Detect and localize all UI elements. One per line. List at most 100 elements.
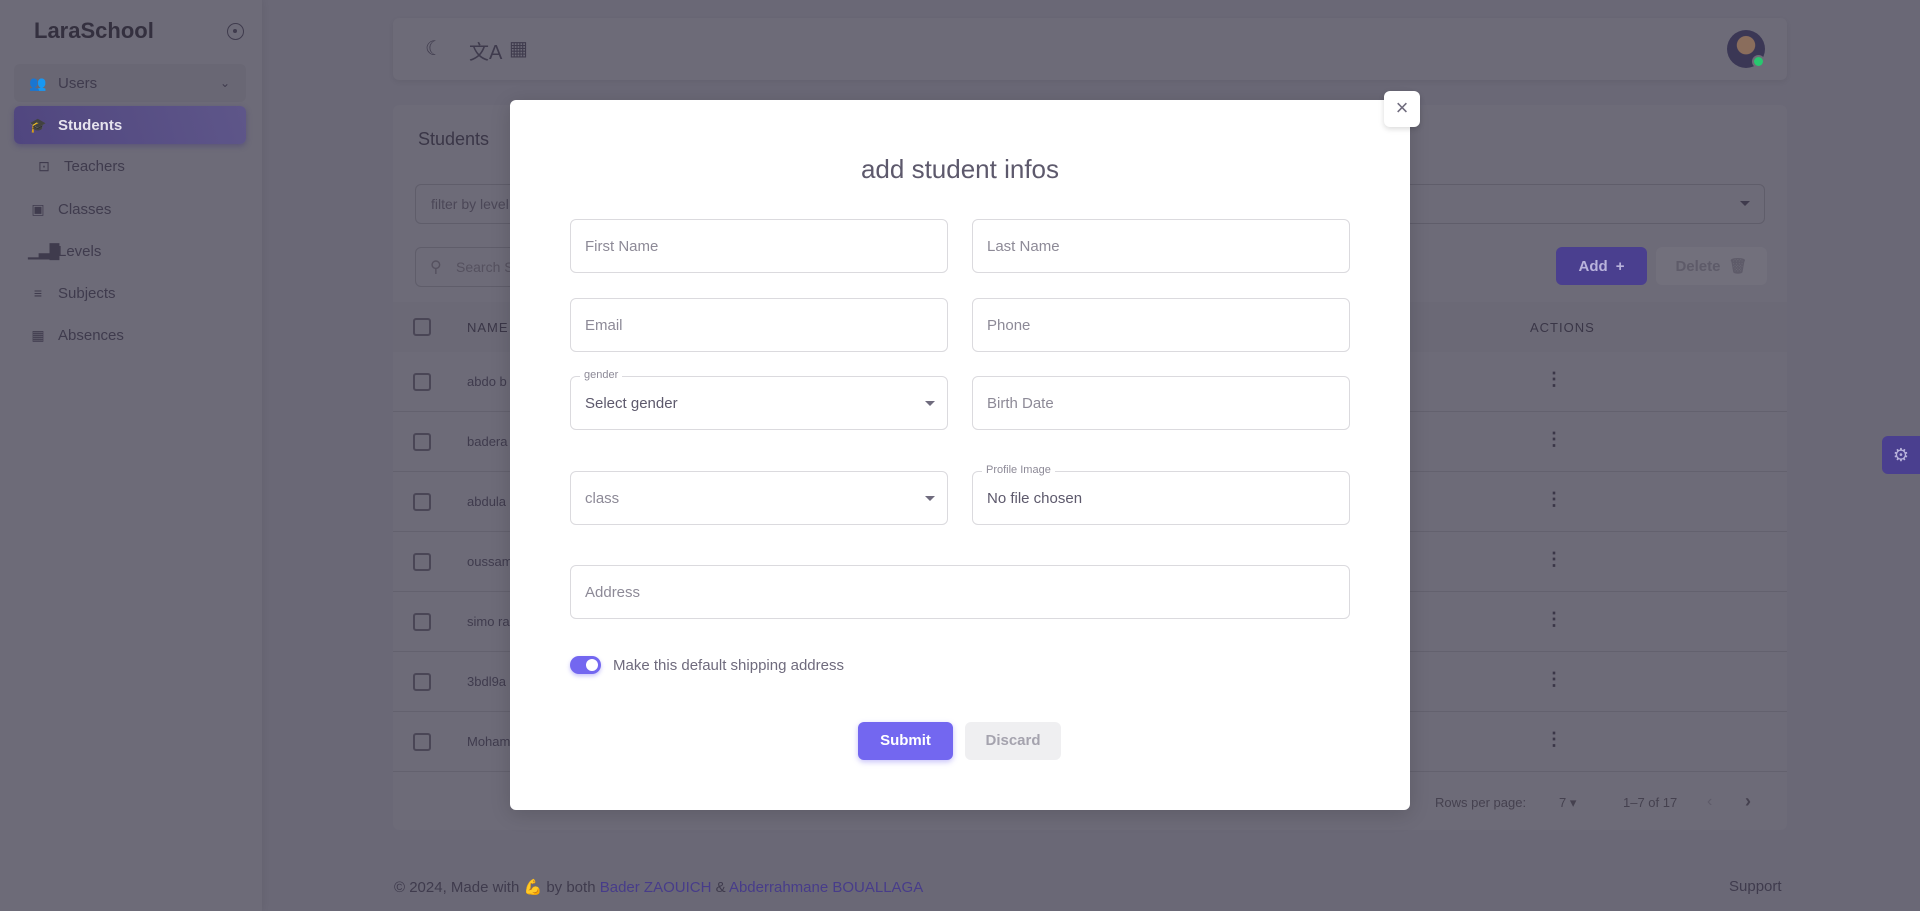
sidebar-item-label: Classes (58, 200, 112, 218)
last-name-placeholder: Last Name (987, 238, 1060, 255)
sidebar-item-label: Subjects (58, 284, 116, 302)
modal-title: add student infos (860, 154, 1060, 184)
graduate-icon: 🎓 (29, 116, 47, 133)
more-vertical-icon[interactable]: ⋮ (1545, 670, 1563, 688)
rows-per-page-select[interactable]: 7 ▾ (1559, 795, 1576, 811)
search-icon: ⚲ (430, 259, 442, 276)
sidebar-toggle-icon[interactable] (227, 23, 244, 40)
footer-amp: & (715, 879, 726, 896)
more-vertical-icon[interactable]: ⋮ (1545, 610, 1563, 628)
email-field[interactable]: Email (570, 298, 948, 352)
next-page-icon[interactable]: › (1745, 791, 1751, 812)
first-name-field[interactable]: First Name (570, 219, 948, 273)
student-name: Moham (467, 734, 511, 749)
class-select[interactable]: class (570, 471, 948, 525)
close-icon[interactable]: × (1384, 91, 1420, 127)
author-link-1[interactable]: Bader ZAOUICH (600, 879, 712, 896)
row-checkbox[interactable] (413, 733, 431, 751)
row-checkbox[interactable] (413, 433, 431, 451)
sidebar-item-levels[interactable]: ▁▃█ Levels (14, 232, 246, 270)
page-title: Students (418, 129, 490, 149)
customizer-gear-icon[interactable]: ⚙ (1882, 436, 1920, 474)
student-name: simo ra (467, 614, 510, 629)
student-name: abdula (467, 494, 507, 509)
more-vertical-icon[interactable]: ⋮ (1545, 430, 1563, 448)
sidebar-item-teachers[interactable]: ⊡ Teachers (14, 147, 246, 185)
email-placeholder: Email (585, 317, 623, 334)
teacher-icon: ⊡ (38, 157, 50, 174)
student-name: oussam (467, 554, 513, 569)
column-name[interactable]: NAME (467, 320, 509, 335)
add-student-modal: add student infos First Name Last Name E… (510, 100, 1410, 810)
bar-chart-icon: ▁▃█ (28, 242, 60, 259)
row-checkbox[interactable] (413, 553, 431, 571)
avatar[interactable] (1727, 30, 1765, 68)
brand-logo[interactable]: LaraSchool (34, 18, 154, 44)
column-actions: ACTIONS (1530, 320, 1595, 335)
row-checkbox[interactable] (413, 673, 431, 691)
top-navbar: ☾ 文A ▦ (393, 18, 1787, 80)
last-name-field[interactable]: Last Name (972, 219, 1350, 273)
support-link[interactable]: Support (1729, 878, 1782, 895)
profile-image-label: Profile Image (982, 464, 1055, 476)
phone-placeholder: Phone (987, 317, 1031, 334)
footer-by: by both (546, 879, 596, 896)
footer-prefix: © 2024, Made with (394, 879, 520, 896)
sidebar-item-subjects[interactable]: ≡ Subjects (14, 274, 246, 312)
sidebar-item-label: Students (58, 116, 123, 134)
rows-per-page-label: Rows per page: (1435, 795, 1527, 810)
sidebar-item-students[interactable]: 🎓 Students (14, 106, 246, 144)
birth-date-field[interactable]: Birth Date (972, 376, 1350, 430)
classroom-icon: ▣ (31, 200, 45, 217)
moon-icon[interactable]: ☾ (425, 36, 443, 61)
prev-page-icon[interactable]: ‹ (1707, 793, 1712, 811)
sidebar: LaraSchool 👥 Users ⌄ 🎓 Students ⊡ Teachers ▣… (0, 0, 262, 911)
more-vertical-icon[interactable]: ⋮ (1545, 370, 1563, 388)
toggle-label: Make this default shipping address (613, 657, 844, 674)
chevron-down-icon: ⌄ (219, 76, 230, 90)
discard-button[interactable]: Discard (965, 722, 1061, 760)
more-vertical-icon[interactable]: ⋮ (1545, 490, 1563, 508)
rows-per-page-value: 7 (1559, 795, 1567, 810)
student-name: badera (467, 434, 508, 449)
sidebar-item-users[interactable]: 👥 Users ⌄ (14, 64, 246, 102)
calendar-clock-icon: ▦ (31, 326, 45, 343)
gender-select[interactable]: gender Select gender (570, 369, 948, 430)
student-name: abdo b (467, 374, 507, 389)
row-checkbox[interactable] (413, 613, 431, 631)
sidebar-item-label: Users (58, 74, 98, 92)
row-checkbox[interactable] (413, 493, 431, 511)
list-icon: ≡ (33, 285, 43, 301)
caret-down-icon (925, 401, 935, 411)
more-vertical-icon[interactable]: ⋮ (1545, 730, 1563, 748)
flexed-arm-icon: 💪 (523, 879, 543, 896)
default-address-toggle[interactable] (570, 656, 601, 674)
sidebar-item-classes[interactable]: ▣ Classes (14, 190, 246, 228)
submit-button[interactable]: Submit (858, 722, 953, 760)
sidebar-item-absences[interactable]: ▦ Absences (14, 316, 246, 354)
row-checkbox[interactable] (413, 373, 431, 391)
filter-placeholder: filter by level (431, 196, 509, 212)
add-label: Add (1578, 257, 1608, 275)
class-placeholder: class (585, 490, 620, 507)
add-button[interactable]: Add + (1556, 247, 1647, 285)
phone-field[interactable]: Phone (972, 298, 1350, 352)
delete-label: Delete (1675, 257, 1721, 275)
users-icon: 👥 (29, 74, 47, 91)
translate-icon[interactable]: 文A (469, 36, 502, 65)
calendar-icon[interactable]: ▦ (509, 36, 528, 61)
profile-image-input[interactable]: Profile Image No file chosen (972, 464, 1350, 525)
select-all-checkbox[interactable] (413, 318, 431, 336)
author-link-2[interactable]: Abderrahmane BOUALLAGA (729, 879, 923, 896)
gender-value: Select gender (585, 395, 678, 412)
caret-down-icon (925, 496, 935, 506)
first-name-placeholder: First Name (585, 238, 659, 255)
sidebar-item-label: Absences (58, 326, 124, 344)
more-vertical-icon[interactable]: ⋮ (1545, 550, 1563, 568)
caret-down-icon (1740, 201, 1750, 211)
profile-image-value: No file chosen (987, 490, 1083, 507)
gender-label: gender (580, 369, 623, 381)
address-field[interactable]: Address (570, 565, 1350, 619)
sidebar-item-label: Teachers (64, 157, 125, 175)
delete-button[interactable]: Delete 🗑 (1656, 247, 1767, 285)
